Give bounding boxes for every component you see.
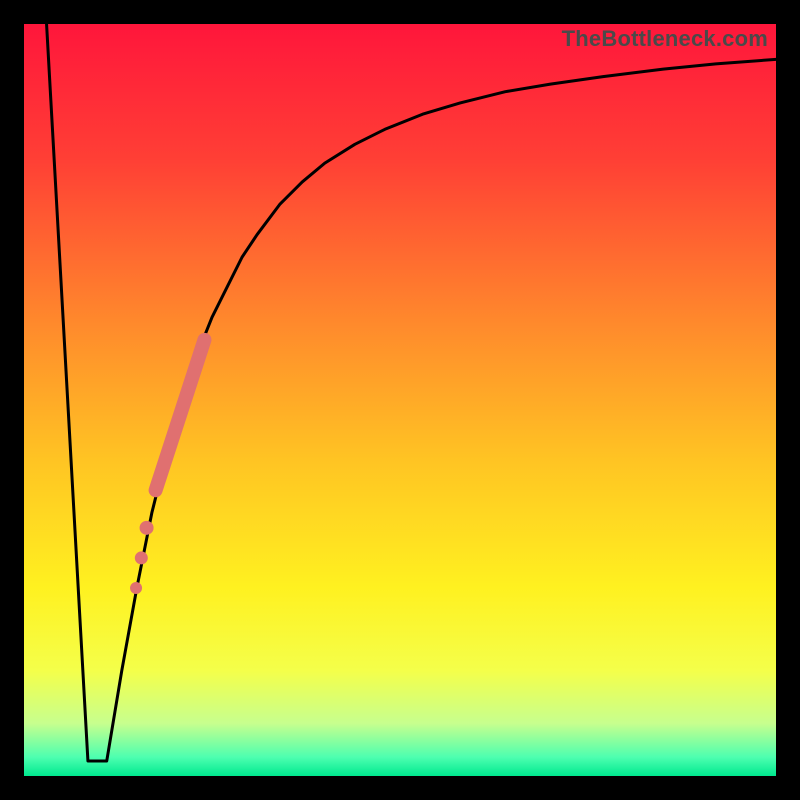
gradient-background — [24, 24, 776, 776]
watermark-text: TheBottleneck.com — [562, 26, 768, 52]
highlight-dot — [135, 551, 148, 564]
highlight-dot — [140, 521, 154, 535]
chart-frame: TheBottleneck.com — [0, 0, 800, 800]
chart-svg — [24, 24, 776, 776]
highlight-dot — [130, 582, 142, 594]
plot-area: TheBottleneck.com — [24, 24, 776, 776]
